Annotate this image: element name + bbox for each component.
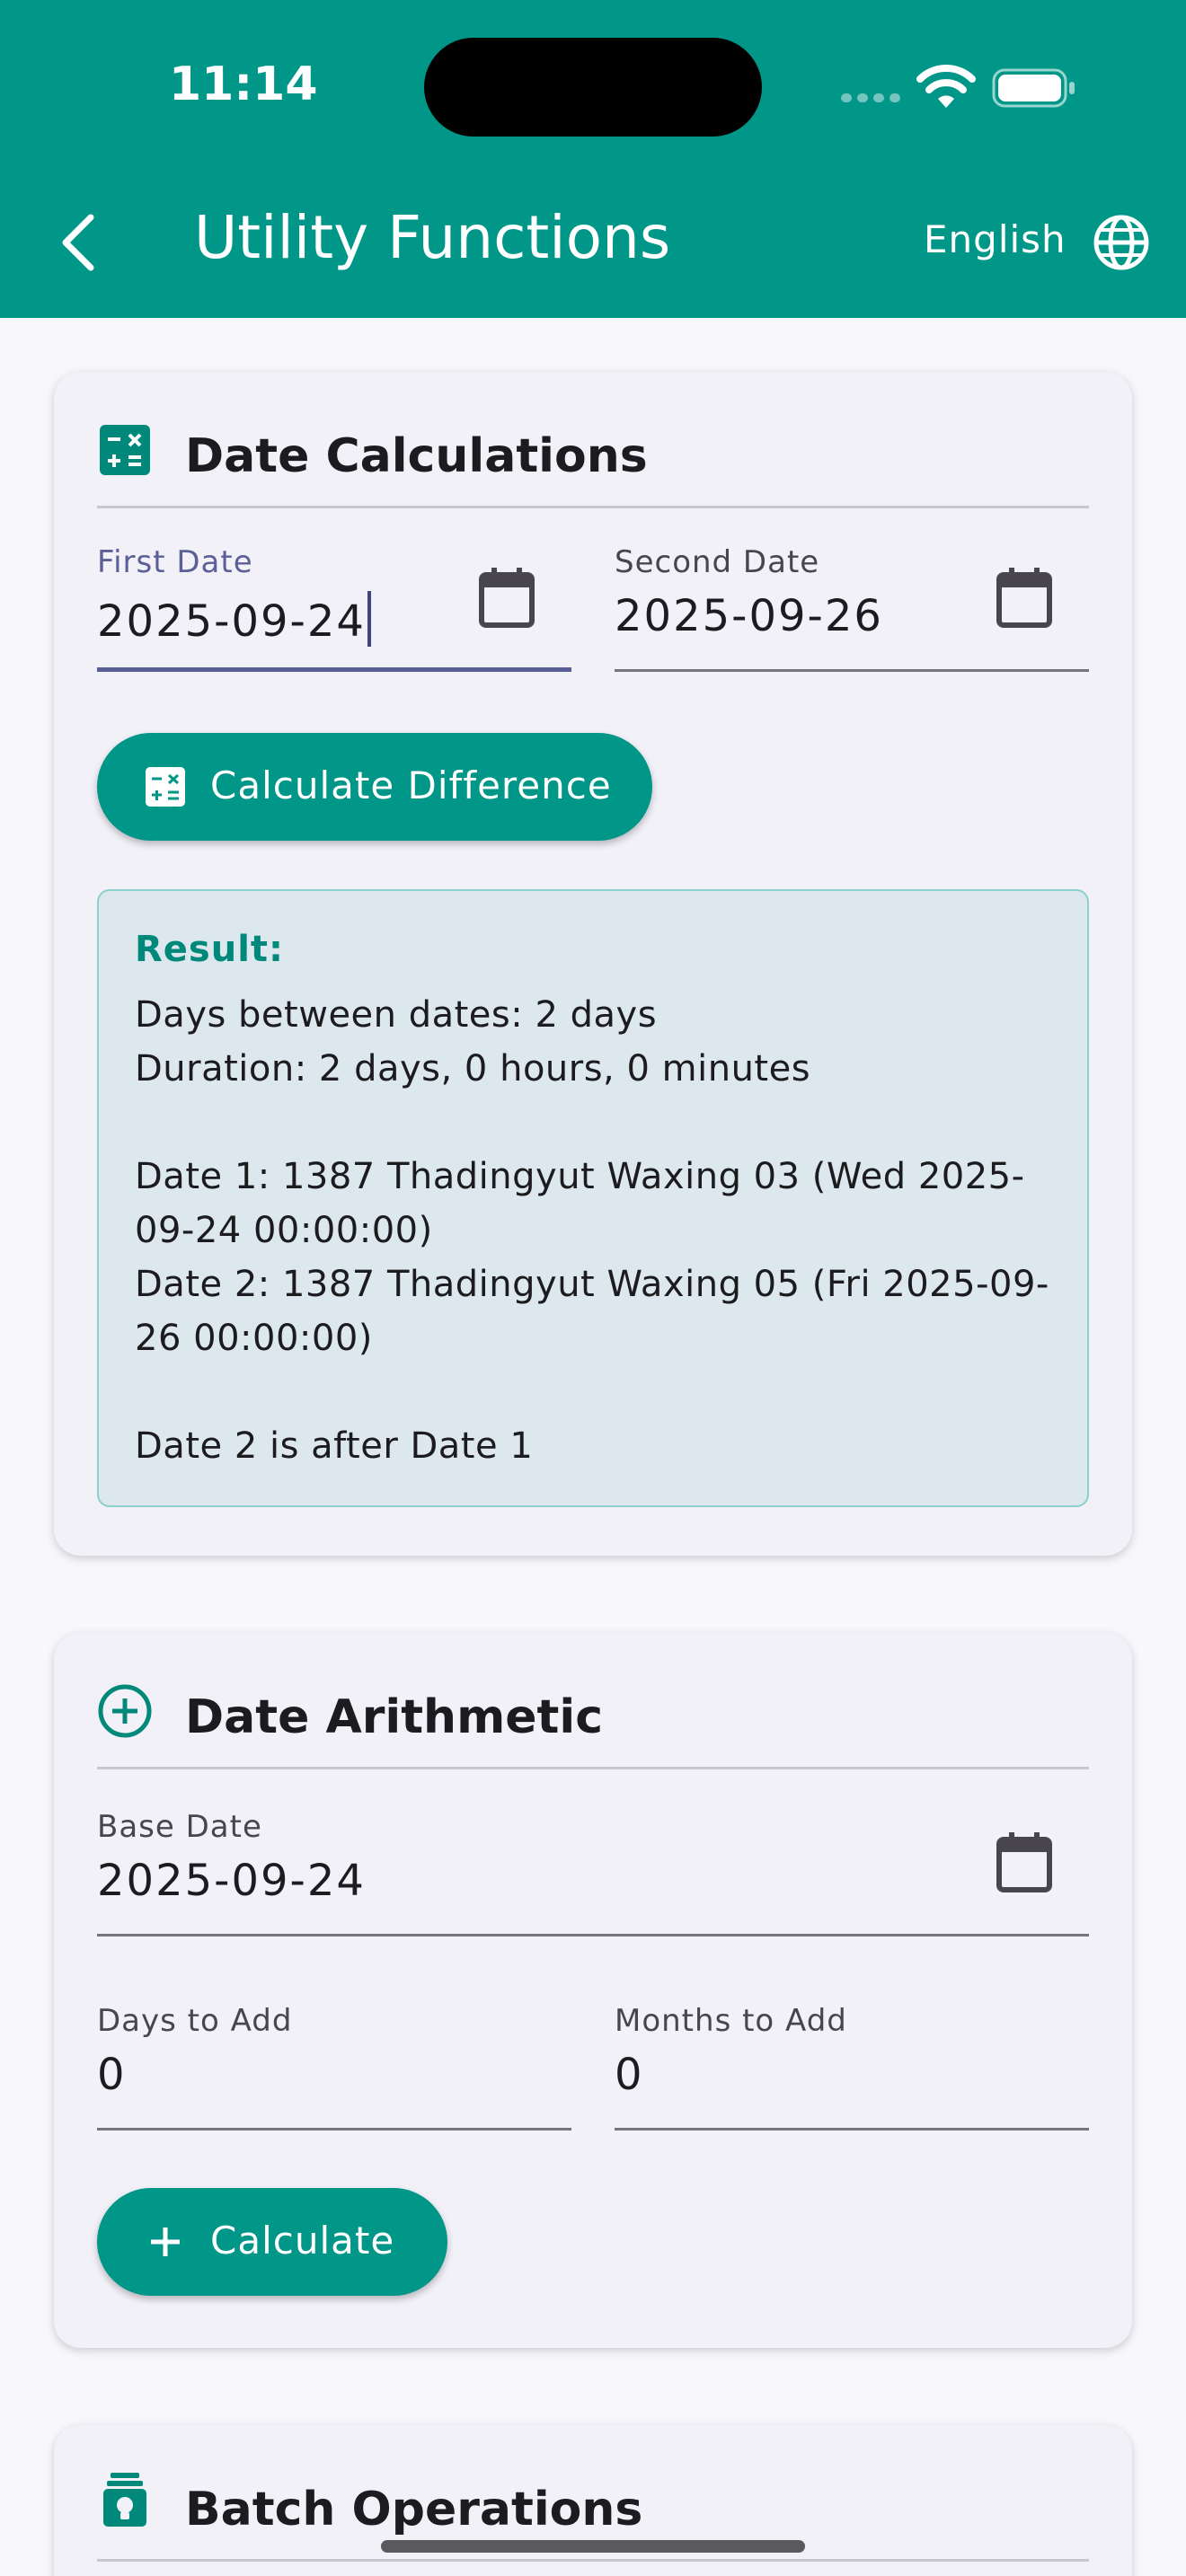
calculate-difference-label: Calculate Difference xyxy=(210,763,612,807)
page-title: Utility Functions xyxy=(194,203,671,272)
text-cursor xyxy=(367,591,371,647)
language-label[interactable]: English xyxy=(924,217,1067,261)
card-title: Batch Operations xyxy=(185,2483,643,2536)
result-panel: Result: Days between dates: 2 days Durat… xyxy=(97,889,1089,1507)
wifi-icon xyxy=(916,65,976,108)
result-text: Days between dates: 2 days Duration: 2 d… xyxy=(135,994,1049,1467)
card-title: Date Arithmetic xyxy=(185,1690,604,1744)
second-date-label: Second Date xyxy=(615,544,820,580)
status-time: 11:14 xyxy=(169,57,318,111)
calendar-icon[interactable] xyxy=(478,566,535,629)
calculate-label: Calculate xyxy=(210,2219,395,2263)
months-to-add-value[interactable]: 0 xyxy=(615,2050,644,2100)
days-to-add-label: Days to Add xyxy=(97,2003,293,2039)
chevron-left-icon xyxy=(62,214,94,271)
calendar-icon[interactable] xyxy=(996,1831,1053,1893)
add-icon xyxy=(144,2220,187,2263)
batch-prediction-icon xyxy=(97,2472,153,2527)
base-date-value[interactable]: 2025-09-24 xyxy=(97,1856,366,1906)
battery-icon xyxy=(992,68,1075,108)
card-header: Date Calculations xyxy=(97,372,1089,508)
add-circle-icon xyxy=(97,1683,153,1739)
days-to-add-field[interactable]: Days to Add 0 xyxy=(97,2003,571,2130)
calculate-button[interactable]: Calculate xyxy=(97,2188,447,2296)
months-to-add-field[interactable]: Months to Add 0 xyxy=(615,2003,1089,2130)
months-to-add-label: Months to Add xyxy=(615,2003,847,2039)
batch-operations-card: Batch Operations xyxy=(54,2425,1132,2576)
first-date-label: First Date xyxy=(97,544,253,580)
calendar-icon[interactable] xyxy=(996,566,1053,629)
dynamic-island xyxy=(424,38,762,137)
card-header: Date Arithmetic xyxy=(97,1633,1089,1769)
calculate-icon xyxy=(144,765,187,808)
back-button[interactable] xyxy=(47,207,110,278)
base-date-label: Base Date xyxy=(97,1809,262,1845)
second-date-value[interactable]: 2025-09-26 xyxy=(615,591,883,641)
card-title: Date Calculations xyxy=(185,429,648,483)
home-indicator[interactable] xyxy=(381,2540,805,2553)
first-date-field[interactable]: First Date 2025-09-24 xyxy=(97,544,571,672)
result-title: Result: xyxy=(135,929,285,970)
globe-icon[interactable] xyxy=(1093,214,1150,271)
date-arithmetic-card: Date Arithmetic Base Date 2025-09-24 Day… xyxy=(54,1633,1132,2348)
app-bar: 11:14 Utility Functions English xyxy=(0,0,1186,318)
cellular-signal-icon xyxy=(841,93,900,102)
calculate-difference-button[interactable]: Calculate Difference xyxy=(97,733,652,841)
date-calculations-card: Date Calculations First Date 2025-09-24 … xyxy=(54,372,1132,1556)
calculate-icon xyxy=(97,422,153,478)
first-date-value[interactable]: 2025-09-24 xyxy=(97,591,371,647)
second-date-field[interactable]: Second Date 2025-09-26 xyxy=(615,544,1089,672)
days-to-add-value[interactable]: 0 xyxy=(97,2050,127,2100)
base-date-field[interactable]: Base Date 2025-09-24 xyxy=(97,1809,1089,1936)
